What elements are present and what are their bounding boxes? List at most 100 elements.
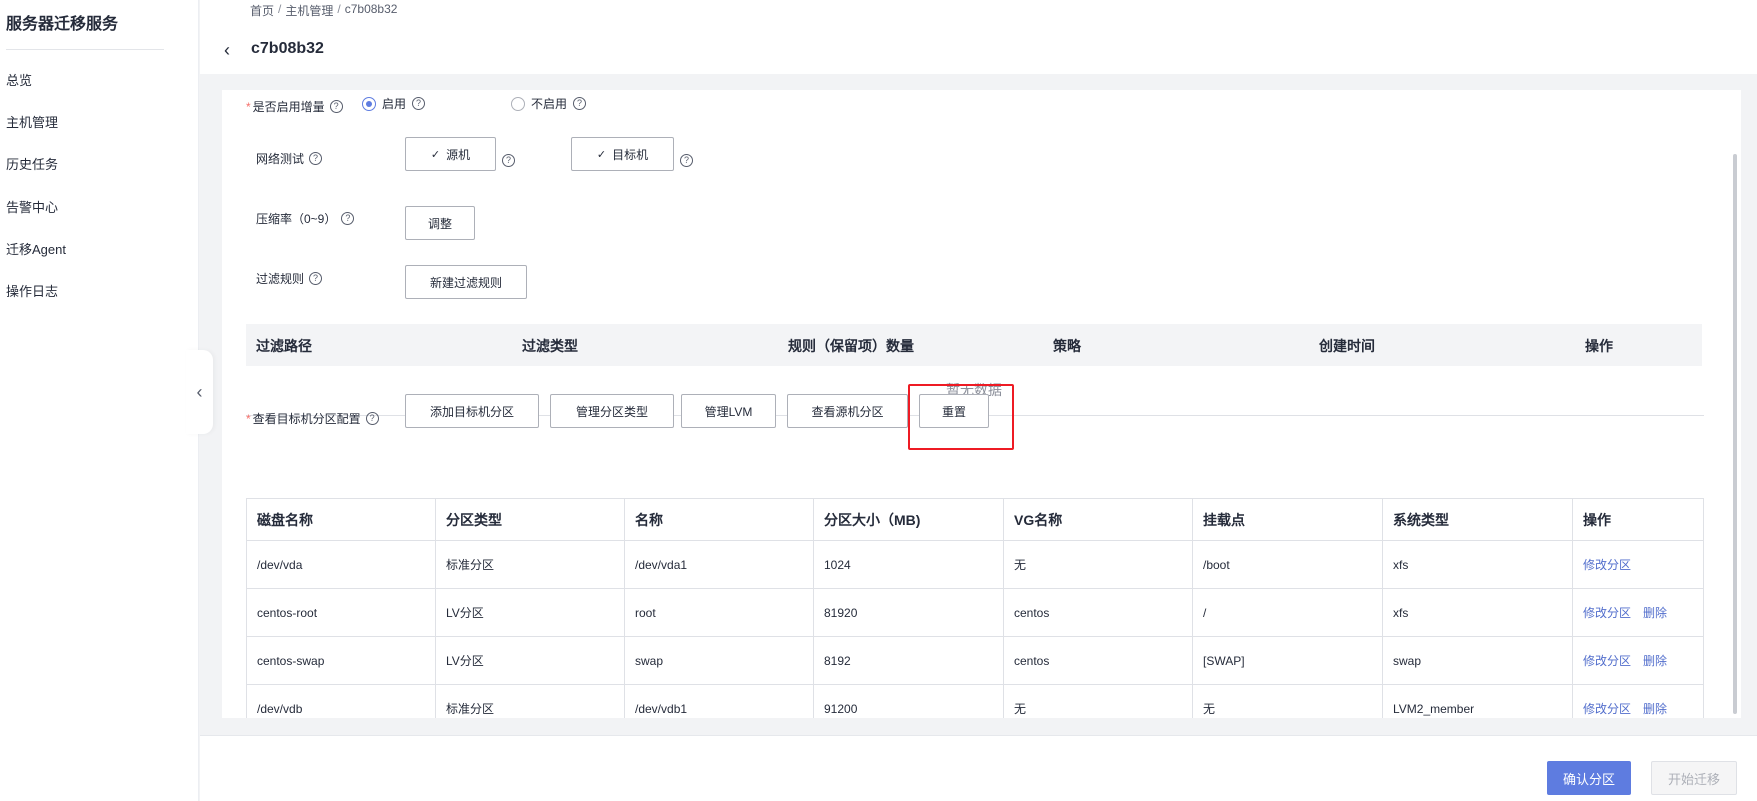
cell-fs: xfs — [1382, 588, 1573, 637]
chevron-left-icon: ‹ — [196, 381, 203, 402]
partition-table-header-row: 磁盘名称 分区类型 名称 分区大小（MB) VG名称 挂载点 系统类型 操作 — [246, 498, 1704, 541]
sidebar-item-history-tasks[interactable]: 历史任务 — [6, 154, 58, 173]
view-source-partition-button[interactable]: 查看源机分区 — [787, 394, 908, 428]
help-icon[interactable]: ? — [680, 154, 693, 167]
cell-fs: swap — [1382, 636, 1573, 685]
back-arrow-icon[interactable]: ‹ — [224, 40, 230, 61]
sidebar-item-alarm-center[interactable]: 告警中心 — [6, 197, 58, 216]
sidebar-item-migration-agent[interactable]: 迁移Agent — [6, 239, 66, 258]
action-footer: 确认分区 开始迁移 — [200, 735, 1757, 801]
breadcrumb: 首页 / 主机管理 / c7b08b32 — [250, 2, 397, 19]
page-title: c7b08b32 — [251, 40, 324, 57]
help-icon[interactable]: ? — [309, 272, 323, 285]
cell-mount: [SWAP] — [1192, 636, 1383, 685]
cell-size: 91200 — [813, 684, 1004, 718]
cell-size: 81920 — [813, 588, 1004, 637]
cell-actions: 修改分区 删除 — [1572, 636, 1704, 685]
sidebar-item-host-management[interactable]: 主机管理 — [6, 112, 58, 131]
edit-partition-link[interactable]: 修改分区 — [1583, 654, 1631, 668]
cell-vg: centos — [1003, 636, 1193, 685]
manage-partition-type-button[interactable]: 管理分区类型 — [550, 394, 674, 428]
cell-actions: 修改分区 删除 — [1572, 588, 1704, 637]
network-test-source-button[interactable]: ✓ 源机 — [405, 137, 496, 171]
table-row: centos-root LV分区 root 81920 centos / xfs… — [246, 588, 1704, 637]
sidebar-title: 服务器迁移服务 — [6, 16, 119, 33]
help-icon[interactable]: ? — [341, 212, 355, 225]
col-vg-name: VG名称 — [1003, 498, 1193, 541]
start-migration-button: 开始迁移 — [1651, 761, 1737, 795]
radio-disable-label: 不启用 — [531, 97, 568, 111]
sidebar-divider — [6, 49, 164, 50]
cell-size: 8192 — [813, 636, 1004, 685]
radio-disable[interactable]: 不启用 ? — [511, 95, 587, 112]
breadcrumb-host-management[interactable]: 主机管理 — [285, 2, 333, 19]
add-target-partition-button[interactable]: 添加目标机分区 — [405, 394, 539, 428]
network-test-target-button[interactable]: ✓ 目标机 — [571, 137, 674, 171]
incremental-label-text: 是否启用增量 — [252, 100, 325, 114]
cell-mount: / — [1192, 588, 1383, 637]
filter-col-created: 创建时间 — [1319, 338, 1375, 354]
breadcrumb-home[interactable]: 首页 — [250, 2, 274, 19]
cell-vg: centos — [1003, 588, 1193, 637]
vertical-scrollbar[interactable] — [1733, 154, 1737, 714]
col-size: 分区大小（MB) — [813, 498, 1004, 541]
edit-partition-link[interactable]: 修改分区 — [1583, 558, 1631, 572]
filter-table-header: 过滤路径 过滤类型 规则（保留项）数量 策略 创建时间 操作 — [246, 324, 1702, 366]
help-icon[interactable]: ? — [309, 152, 323, 165]
sidebar-item-operation-log[interactable]: 操作日志 — [6, 281, 58, 300]
radio-dot-unchecked[interactable] — [511, 96, 525, 111]
cell-vg: 无 — [1003, 540, 1193, 589]
sidebar-collapse-button[interactable]: ‹ — [186, 350, 213, 434]
breadcrumb-separator: / — [278, 2, 282, 16]
target-button-label: 目标机 — [612, 147, 649, 162]
table-row: centos-swap LV分区 swap 8192 centos [SWAP]… — [246, 636, 1704, 685]
config-card: * 是否启用增量 ? 启用 ? 不启用 ? 网络测试 ? ✓ 源机 ? ✓ 目标机… — [222, 90, 1741, 718]
cell-fs: xfs — [1382, 540, 1573, 589]
partition-config-label: * 查看目标机分区配置 ? — [246, 410, 379, 427]
sidebar: 服务器迁移服务 总览 主机管理 历史任务 告警中心 迁移Agent 操作日志 — [0, 0, 199, 801]
check-icon: ✓ — [596, 148, 607, 161]
partition-config-label-text: 查看目标机分区配置 — [252, 412, 361, 426]
cell-disk: centos-root — [246, 588, 436, 637]
manage-lvm-button[interactable]: 管理LVM — [681, 394, 776, 428]
radio-enable[interactable]: 启用 ? — [362, 95, 426, 112]
required-mark: * — [246, 412, 251, 426]
cell-fs: LVM2_member — [1382, 684, 1573, 718]
network-test-label: 网络测试 ? — [256, 150, 323, 167]
table-row: /dev/vda 标准分区 /dev/vda1 1024 无 /boot xfs… — [246, 540, 1704, 589]
cell-mount: /boot — [1192, 540, 1383, 589]
cell-name: root — [624, 588, 814, 637]
help-icon[interactable]: ? — [573, 97, 587, 110]
help-icon[interactable]: ? — [502, 154, 515, 167]
cell-actions: 修改分区 — [1572, 540, 1704, 589]
filter-col-path: 过滤路径 — [256, 338, 312, 354]
highlight-box — [908, 384, 1014, 450]
help-icon[interactable]: ? — [329, 100, 343, 113]
filter-rules-label-text: 过滤规则 — [256, 272, 305, 286]
sidebar-item-overview[interactable]: 总览 — [6, 70, 32, 89]
col-fs-type: 系统类型 — [1382, 498, 1573, 541]
radio-dot-checked[interactable] — [362, 96, 376, 111]
col-actions: 操作 — [1572, 498, 1704, 541]
delete-partition-link[interactable]: 删除 — [1643, 702, 1667, 716]
breadcrumb-separator: / — [337, 2, 341, 16]
help-icon[interactable]: ? — [412, 97, 426, 110]
col-disk-name: 磁盘名称 — [246, 498, 436, 541]
breadcrumb-current: c7b08b32 — [344, 2, 398, 16]
filter-col-type: 过滤类型 — [522, 338, 578, 354]
filter-rules-label: 过滤规则 ? — [256, 270, 323, 287]
edit-partition-link[interactable]: 修改分区 — [1583, 702, 1631, 716]
confirm-partition-button[interactable]: 确认分区 — [1547, 761, 1631, 795]
edit-partition-link[interactable]: 修改分区 — [1583, 606, 1631, 620]
cell-vg: 无 — [1003, 684, 1193, 718]
delete-partition-link[interactable]: 删除 — [1643, 606, 1667, 620]
new-filter-rule-button[interactable]: 新建过滤规则 — [405, 265, 527, 299]
partition-table: 磁盘名称 分区类型 名称 分区大小（MB) VG名称 挂载点 系统类型 操作 /… — [246, 498, 1704, 718]
col-partition-type: 分区类型 — [435, 498, 625, 541]
compression-adjust-button[interactable]: 调整 — [405, 206, 475, 240]
delete-partition-link[interactable]: 删除 — [1643, 654, 1667, 668]
source-button-label: 源机 — [446, 147, 471, 162]
help-icon[interactable]: ? — [365, 412, 379, 425]
cell-type: 标准分区 — [435, 540, 625, 589]
cell-actions: 修改分区 删除 — [1572, 684, 1704, 718]
